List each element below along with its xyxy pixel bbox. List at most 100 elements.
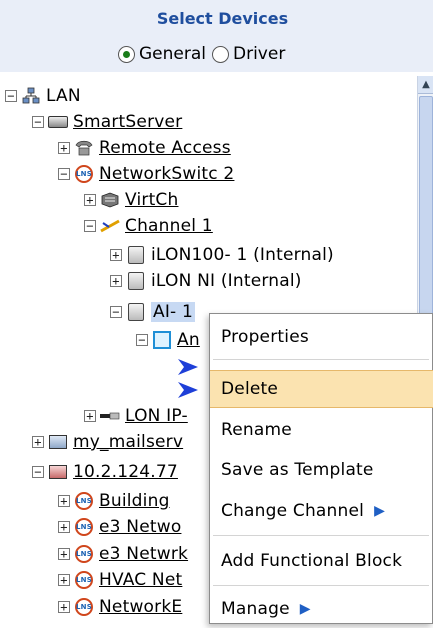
collapse-icon[interactable]: − xyxy=(32,116,44,128)
radio-general-icon[interactable] xyxy=(118,45,135,63)
scroll-up-icon[interactable]: ▲ xyxy=(418,76,433,94)
menu-label-save-as-template[interactable]: Save as Template xyxy=(221,460,374,480)
tree-node-networkswitc[interactable]: − LNS NetworkSwitc 2 xyxy=(58,162,234,186)
collapse-icon[interactable]: − xyxy=(110,306,122,318)
tree-label-ilon100[interactable]: iLON100- 1 (Internal) xyxy=(151,245,334,265)
menu-label-delete[interactable]: Delete xyxy=(221,379,278,399)
tree-node-ilon-ni[interactable]: + iLON NI (Internal) xyxy=(110,269,302,293)
expand-icon[interactable]: + xyxy=(58,601,70,613)
collapse-icon[interactable]: − xyxy=(5,90,17,102)
menu-item-change-channel[interactable]: Change Channel ▶ xyxy=(210,492,433,530)
expand-icon[interactable]: + xyxy=(110,249,122,261)
collapse-icon[interactable]: − xyxy=(58,168,70,180)
tree-label-ai-1[interactable]: AI- 1 xyxy=(151,302,195,322)
expand-icon[interactable]: + xyxy=(84,194,96,206)
virtual-channel-icon xyxy=(100,191,120,209)
tree-node-datapoint-1[interactable] xyxy=(178,355,203,379)
datapoint-flag-icon xyxy=(178,358,198,376)
radio-driver-icon[interactable] xyxy=(212,45,229,63)
expand-icon[interactable]: + xyxy=(84,410,96,422)
lns-network-icon: LNS xyxy=(74,165,94,183)
expand-icon[interactable]: + xyxy=(58,548,70,560)
menu-separator xyxy=(213,585,429,586)
collapse-icon[interactable]: − xyxy=(136,334,148,346)
computer-icon xyxy=(48,433,68,451)
tree-label-lon-ip[interactable]: LON IP- xyxy=(125,406,188,426)
lns-network-icon: LNS xyxy=(74,492,94,510)
tree-node-e3-netwrk[interactable]: + LNS e3 Netwrk xyxy=(58,542,188,566)
menu-label-change-channel[interactable]: Change Channel xyxy=(221,501,364,521)
expand-icon[interactable]: + xyxy=(58,142,70,154)
menu-item-rename[interactable]: Rename xyxy=(210,411,433,449)
scroll-thumb[interactable] xyxy=(419,96,433,316)
tree-node-lan[interactable]: − LAN xyxy=(5,84,81,108)
tree-label-ip[interactable]: 10.2.124.77 xyxy=(73,462,178,482)
menu-item-delete[interactable]: Delete xyxy=(210,370,433,408)
menu-label-properties[interactable]: Properties xyxy=(221,327,309,347)
tree-node-mailserv[interactable]: + my_mailserv xyxy=(32,430,183,454)
submenu-arrow-icon: ▶ xyxy=(374,503,386,519)
tree-node-hvac-net[interactable]: + LNS HVAC Net xyxy=(58,568,182,592)
tree-label-e3-netwrk[interactable]: e3 Netwrk xyxy=(99,544,188,564)
radio-driver-label[interactable]: Driver xyxy=(233,44,285,64)
tree-node-ip[interactable]: − 10.2.124.77 xyxy=(32,460,178,484)
menu-item-add-functional-block[interactable]: Add Functional Block xyxy=(210,542,433,580)
tree-node-ilon100[interactable]: + iLON100- 1 (Internal) xyxy=(110,243,334,267)
network-icon xyxy=(21,87,41,105)
tree-label-networke[interactable]: NetworkE xyxy=(99,597,182,617)
tree-label-remote-access[interactable]: Remote Access xyxy=(99,138,231,158)
expand-icon[interactable]: + xyxy=(58,495,70,507)
tree-label-lan[interactable]: LAN xyxy=(46,86,81,106)
select-devices-panel: Select Devices General Driver ▲ − LAN − … xyxy=(0,0,433,624)
context-menu: Properties Delete Rename Save as Templat… xyxy=(209,313,433,624)
collapse-icon[interactable]: − xyxy=(32,466,44,478)
tree-node-an[interactable]: − An xyxy=(136,328,200,352)
tree-node-smartserver[interactable]: − SmartServer xyxy=(32,110,182,134)
tree-node-remote-access[interactable]: + Remote Access xyxy=(58,136,231,160)
tree-node-virtch[interactable]: + VirtCh xyxy=(84,188,178,212)
tree-label-an[interactable]: An xyxy=(177,330,200,350)
menu-label-add-functional-block[interactable]: Add Functional Block xyxy=(221,551,402,571)
tree-node-e3-netwo[interactable]: + LNS e3 Netwo xyxy=(58,515,181,539)
tree-label-hvac-net[interactable]: HVAC Net xyxy=(99,570,182,590)
panel-title: Select Devices xyxy=(156,8,289,28)
menu-separator xyxy=(213,535,429,536)
server-icon xyxy=(48,113,68,131)
tree-node-channel-1[interactable]: − Channel 1 xyxy=(84,214,213,238)
lns-network-icon: LNS xyxy=(74,518,94,536)
lns-network-icon: LNS xyxy=(74,545,94,563)
device-icon xyxy=(126,272,146,290)
device-icon xyxy=(126,246,146,264)
tree-node-datapoint-2[interactable] xyxy=(178,378,203,402)
tree-node-networke[interactable]: + LNS NetworkE xyxy=(58,595,182,619)
tree-label-smartserver[interactable]: SmartServer xyxy=(73,112,182,132)
expand-icon[interactable]: + xyxy=(32,436,44,448)
tree-label-e3-netwo[interactable]: e3 Netwo xyxy=(99,517,181,537)
cable-icon xyxy=(100,407,120,425)
expand-icon[interactable]: + xyxy=(58,521,70,533)
radio-general-label[interactable]: General xyxy=(139,44,206,64)
device-icon xyxy=(126,303,146,321)
radio-general[interactable]: General xyxy=(118,44,206,64)
radio-driver[interactable]: Driver xyxy=(212,44,285,64)
tree-label-mailserv[interactable]: my_mailserv xyxy=(73,432,183,452)
collapse-icon[interactable]: − xyxy=(84,220,96,232)
tree-label-building[interactable]: Building xyxy=(99,491,170,511)
panel-header: Select Devices xyxy=(0,0,433,36)
tree-label-ilon-ni[interactable]: iLON NI (Internal) xyxy=(151,271,302,291)
tree-node-lon-ip[interactable]: + LON IP- xyxy=(84,404,188,428)
menu-label-manage[interactable]: Manage xyxy=(221,599,290,619)
menu-item-properties[interactable]: Properties xyxy=(210,318,433,356)
menu-separator xyxy=(213,359,429,360)
tree-node-ai-1[interactable]: − AI- 1 xyxy=(110,300,195,324)
tree-label-channel-1[interactable]: Channel 1 xyxy=(125,216,213,236)
menu-label-rename[interactable]: Rename xyxy=(221,420,292,440)
tree-label-networkswitc[interactable]: NetworkSwitc 2 xyxy=(99,164,234,184)
submenu-arrow-icon: ▶ xyxy=(299,601,311,617)
expand-icon[interactable]: + xyxy=(110,275,122,287)
menu-item-manage[interactable]: Manage ▶ xyxy=(210,590,433,628)
tree-node-building[interactable]: + LNS Building xyxy=(58,489,170,513)
tree-label-virtch[interactable]: VirtCh xyxy=(125,190,178,210)
menu-item-save-as-template[interactable]: Save as Template xyxy=(210,451,433,489)
expand-icon[interactable]: + xyxy=(58,574,70,586)
